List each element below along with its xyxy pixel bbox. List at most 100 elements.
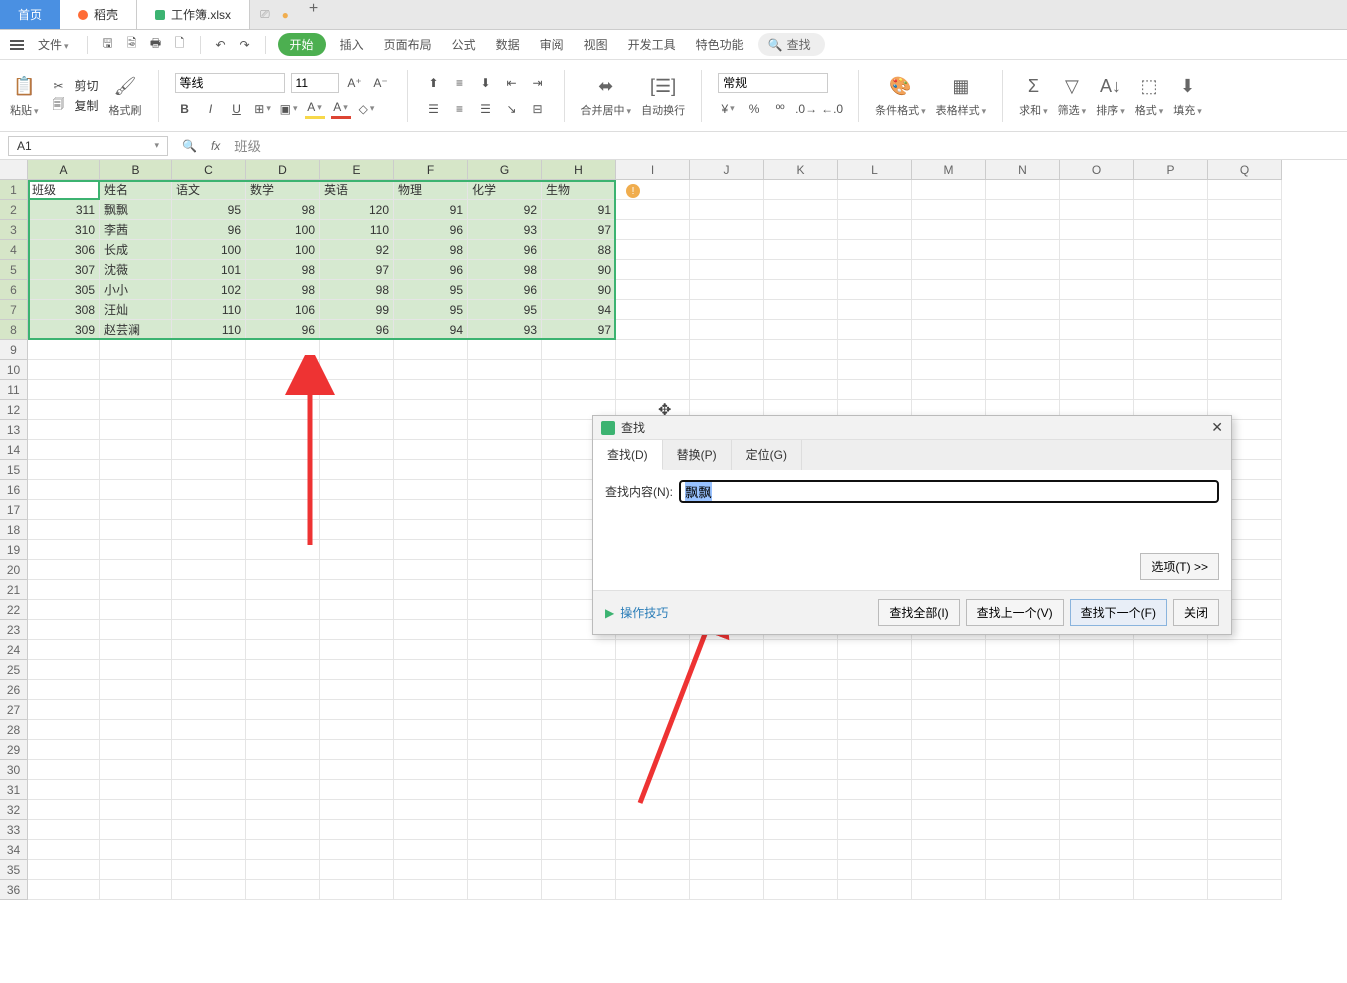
cell[interactable] bbox=[246, 860, 320, 880]
cell[interactable] bbox=[616, 760, 690, 780]
cell[interactable]: 94 bbox=[394, 320, 468, 340]
cell[interactable]: 生物 bbox=[542, 180, 616, 200]
cell[interactable] bbox=[912, 240, 986, 260]
sort-group[interactable]: A↓ 排序▾ bbox=[1096, 74, 1125, 118]
cell[interactable] bbox=[28, 620, 100, 640]
cell[interactable] bbox=[28, 600, 100, 620]
cell[interactable]: 李茜 bbox=[100, 220, 172, 240]
cell[interactable] bbox=[616, 200, 690, 220]
cell[interactable] bbox=[394, 400, 468, 420]
cell[interactable] bbox=[28, 740, 100, 760]
cell[interactable] bbox=[468, 740, 542, 760]
cell[interactable] bbox=[246, 600, 320, 620]
cell[interactable] bbox=[986, 680, 1060, 700]
cell[interactable] bbox=[986, 700, 1060, 720]
cell[interactable] bbox=[690, 200, 764, 220]
cell[interactable] bbox=[28, 720, 100, 740]
cell[interactable] bbox=[1060, 800, 1134, 820]
cell[interactable] bbox=[28, 840, 100, 860]
cell[interactable] bbox=[320, 720, 394, 740]
cell[interactable] bbox=[394, 580, 468, 600]
cell[interactable] bbox=[1134, 700, 1208, 720]
row-head[interactable]: 10 bbox=[0, 360, 28, 380]
cell[interactable] bbox=[1060, 660, 1134, 680]
cell[interactable] bbox=[912, 200, 986, 220]
cell[interactable] bbox=[1134, 200, 1208, 220]
cell[interactable] bbox=[1208, 680, 1282, 700]
cell[interactable]: 物理 bbox=[394, 180, 468, 200]
tab-workbook[interactable]: 工作簿.xlsx bbox=[137, 0, 250, 29]
cell[interactable] bbox=[690, 180, 764, 200]
row-head[interactable]: 27 bbox=[0, 700, 28, 720]
cell[interactable] bbox=[616, 700, 690, 720]
wrap-text-group[interactable]: [☰] 自动换行 bbox=[641, 74, 685, 118]
row-head[interactable]: 35 bbox=[0, 860, 28, 880]
cell[interactable] bbox=[690, 380, 764, 400]
cell[interactable] bbox=[28, 760, 100, 780]
cell[interactable] bbox=[838, 220, 912, 240]
cell[interactable] bbox=[320, 640, 394, 660]
cell[interactable] bbox=[1208, 200, 1282, 220]
cell[interactable] bbox=[468, 460, 542, 480]
cell[interactable] bbox=[468, 760, 542, 780]
cell[interactable] bbox=[100, 500, 172, 520]
cell[interactable]: 98 bbox=[246, 280, 320, 300]
cell[interactable] bbox=[320, 460, 394, 480]
cell[interactable] bbox=[764, 340, 838, 360]
cell[interactable] bbox=[246, 480, 320, 500]
cell[interactable]: 101 bbox=[172, 260, 246, 280]
cell[interactable]: 96 bbox=[320, 320, 394, 340]
cell[interactable] bbox=[468, 840, 542, 860]
cell[interactable] bbox=[1208, 760, 1282, 780]
cell[interactable]: 96 bbox=[394, 220, 468, 240]
cell[interactable] bbox=[246, 680, 320, 700]
cell[interactable] bbox=[690, 660, 764, 680]
cell[interactable] bbox=[172, 840, 246, 860]
cell[interactable] bbox=[468, 700, 542, 720]
cell[interactable] bbox=[838, 840, 912, 860]
cell[interactable] bbox=[468, 860, 542, 880]
cell[interactable] bbox=[172, 520, 246, 540]
cell[interactable] bbox=[394, 660, 468, 680]
cell[interactable] bbox=[986, 760, 1060, 780]
cell[interactable] bbox=[690, 740, 764, 760]
cell[interactable] bbox=[100, 820, 172, 840]
thousands-icon[interactable]: ºº bbox=[770, 99, 790, 119]
cell[interactable]: 汪灿 bbox=[100, 300, 172, 320]
cell[interactable] bbox=[28, 880, 100, 900]
cell[interactable] bbox=[838, 360, 912, 380]
cell[interactable] bbox=[616, 660, 690, 680]
cell[interactable] bbox=[912, 180, 986, 200]
cell[interactable] bbox=[1208, 740, 1282, 760]
cell[interactable] bbox=[690, 760, 764, 780]
cell[interactable] bbox=[172, 740, 246, 760]
cell[interactable] bbox=[394, 840, 468, 860]
tab-home[interactable]: 首页 bbox=[0, 0, 60, 29]
cell[interactable] bbox=[1134, 800, 1208, 820]
cell[interactable] bbox=[838, 320, 912, 340]
col-head[interactable]: D bbox=[246, 160, 320, 180]
find-prev-button[interactable]: 查找上一个(V) bbox=[966, 599, 1064, 626]
row-head[interactable]: 21 bbox=[0, 580, 28, 600]
cell[interactable]: 99 bbox=[320, 300, 394, 320]
cond-format-group[interactable]: 🎨 条件格式▾ bbox=[875, 74, 926, 118]
row-head[interactable]: 6 bbox=[0, 280, 28, 300]
cell[interactable] bbox=[172, 620, 246, 640]
cell[interactable] bbox=[246, 340, 320, 360]
cell[interactable] bbox=[764, 680, 838, 700]
cell[interactable] bbox=[912, 780, 986, 800]
cell[interactable] bbox=[394, 740, 468, 760]
cell[interactable] bbox=[1060, 860, 1134, 880]
font-highlight-button[interactable]: A▾ bbox=[305, 99, 325, 119]
cell[interactable] bbox=[28, 660, 100, 680]
cell[interactable] bbox=[246, 720, 320, 740]
cell[interactable] bbox=[28, 520, 100, 540]
cell[interactable] bbox=[986, 740, 1060, 760]
cell[interactable]: 92 bbox=[320, 240, 394, 260]
cell[interactable] bbox=[172, 440, 246, 460]
cell[interactable] bbox=[1208, 340, 1282, 360]
hamburger-icon[interactable] bbox=[10, 38, 24, 52]
cell[interactable] bbox=[100, 740, 172, 760]
col-head[interactable]: M bbox=[912, 160, 986, 180]
cell[interactable]: 305 bbox=[28, 280, 100, 300]
